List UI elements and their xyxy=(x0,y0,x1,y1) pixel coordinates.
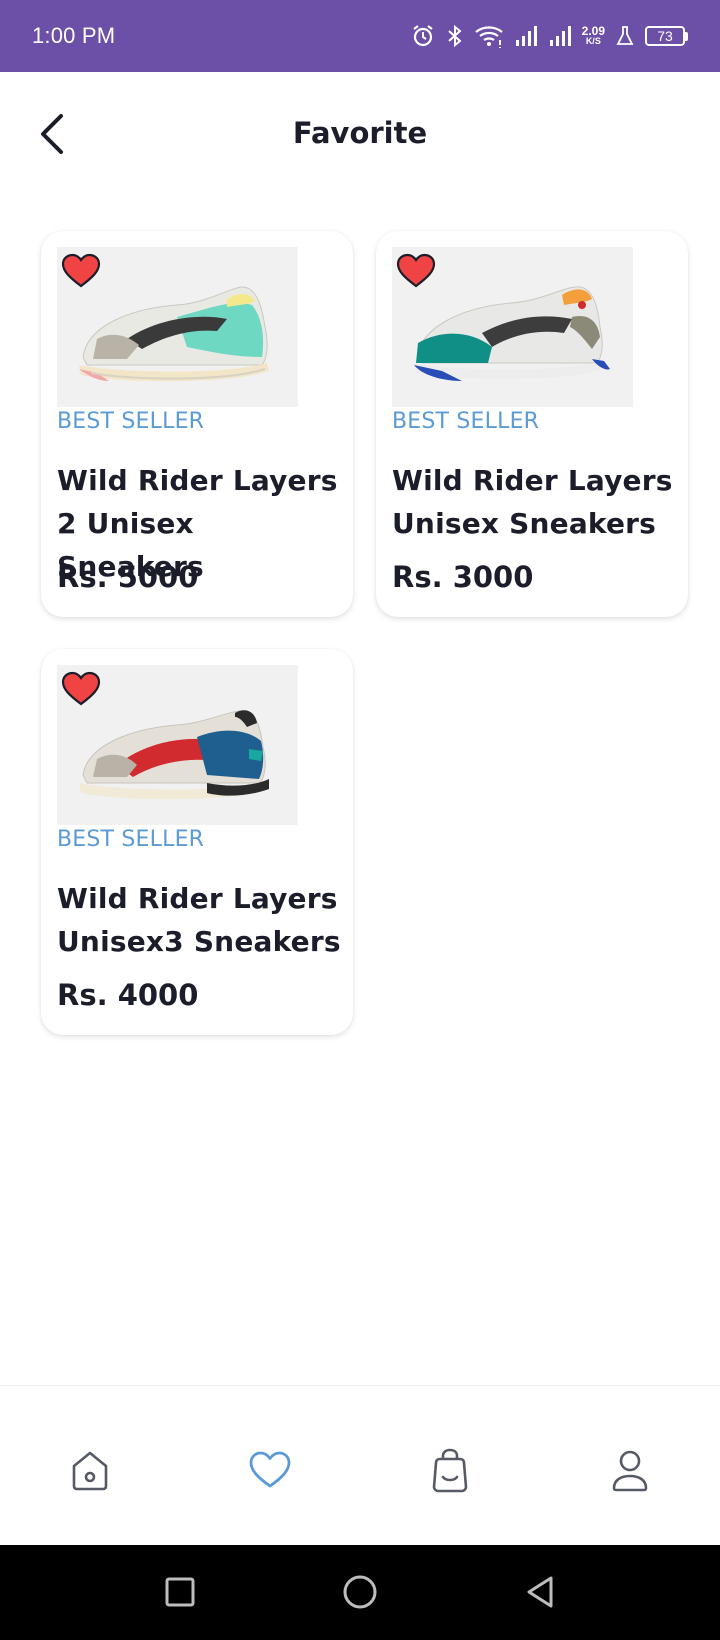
battery-icon: 73 xyxy=(645,26,688,46)
nav-profile[interactable] xyxy=(602,1442,658,1498)
system-nav-bar xyxy=(0,1545,720,1640)
square-icon xyxy=(165,1577,195,1607)
product-badge: BEST SELLER xyxy=(392,409,540,434)
nav-home[interactable] xyxy=(62,1442,118,1498)
header: Favorite xyxy=(0,72,720,200)
product-price: Rs. 4000 xyxy=(57,978,199,1012)
nav-cart[interactable] xyxy=(422,1442,478,1498)
favorite-toggle[interactable] xyxy=(59,669,103,709)
heart-icon xyxy=(396,253,436,288)
lab-icon xyxy=(615,24,635,48)
signal-icon xyxy=(548,25,572,47)
back-system-button[interactable] xyxy=(515,1567,565,1617)
product-card[interactable]: BEST SELLER Wild Rider Layers Unisex3 Sn… xyxy=(41,649,353,1035)
status-icons: 2.09 K/S 73 xyxy=(410,23,688,49)
net-speed-unit: K/S xyxy=(585,36,601,46)
bottom-nav xyxy=(0,1385,720,1545)
circle-icon xyxy=(343,1575,377,1609)
home-system-button[interactable] xyxy=(335,1567,385,1617)
product-card[interactable]: BEST SELLER Wild Rider Layers Unisex Sne… xyxy=(376,231,688,617)
wifi-icon xyxy=(474,24,504,48)
status-time: 1:00 PM xyxy=(32,23,116,48)
page-title: Favorite xyxy=(292,116,428,150)
triangle-back-icon xyxy=(527,1576,553,1608)
alarm-icon xyxy=(410,23,436,49)
battery-level: 73 xyxy=(645,26,685,46)
heart-icon xyxy=(61,671,101,706)
heart-icon xyxy=(249,1451,291,1488)
home-icon xyxy=(72,1451,108,1491)
product-price: Rs. 5000 xyxy=(57,560,199,594)
signal-icon xyxy=(514,25,538,47)
recent-apps-button[interactable] xyxy=(155,1567,205,1617)
net-speed-value: 2.09 xyxy=(581,24,605,38)
user-icon xyxy=(612,1450,648,1492)
status-bar: 1:00 PM 2.09 K/S 73 xyxy=(0,0,720,72)
product-card[interactable]: BEST SELLER Wild Rider Layers 2 Unisex S… xyxy=(41,231,353,617)
bluetooth-icon xyxy=(446,23,464,49)
product-badge: BEST SELLER xyxy=(57,827,205,852)
product-badge: BEST SELLER xyxy=(57,409,205,434)
network-speed: 2.09 K/S xyxy=(581,24,605,46)
nav-favorite[interactable] xyxy=(242,1442,298,1498)
favorite-toggle[interactable] xyxy=(59,251,103,291)
product-name: Wild Rider Layers Unisex Sneakers xyxy=(392,464,673,540)
product-name: Wild Rider Layers Unisex3 Sneakers xyxy=(57,882,341,958)
product-price: Rs. 3000 xyxy=(392,560,534,594)
heart-icon xyxy=(61,253,101,288)
favorite-toggle[interactable] xyxy=(394,251,438,291)
shopping-bag-icon xyxy=(432,1448,468,1493)
